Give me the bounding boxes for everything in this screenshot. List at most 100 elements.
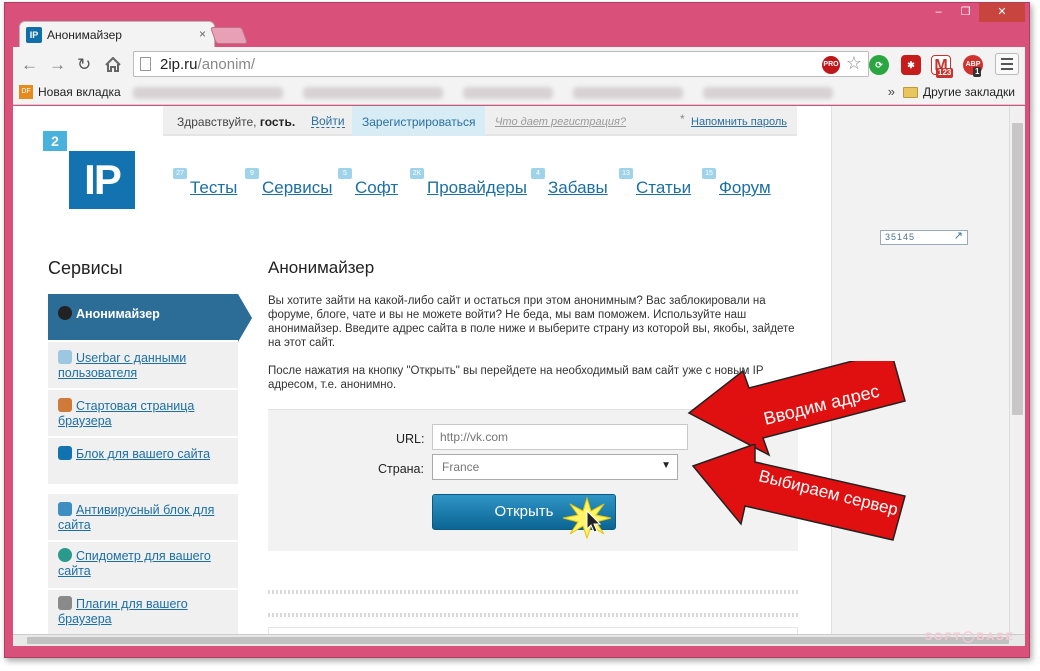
sidebar-item-anonymizer[interactable]: Анонимайзер xyxy=(48,294,252,342)
gmail-count-badge: 123 xyxy=(936,68,954,78)
browser-toolbar: ← → ↻ 2ip.ru/anonim/ PRO ☆ ⟳ ✱ M 123 ABP… xyxy=(13,47,1025,81)
country-label: Страна: xyxy=(378,462,424,476)
userbar-icon xyxy=(58,350,72,364)
country-value: France xyxy=(442,460,480,474)
window-controls: ‒ ❐ ✕ xyxy=(925,3,1025,23)
home-icon[interactable] xyxy=(105,57,121,72)
sidebar-item-label: Стартовая страница браузера xyxy=(58,399,195,428)
wrench-icon xyxy=(58,596,72,610)
nav-label: Софт xyxy=(355,178,399,197)
logo[interactable]: IP xyxy=(69,151,135,209)
ip-block-icon xyxy=(58,446,72,460)
browser-tab[interactable]: IP Анонимайзер × xyxy=(19,21,215,47)
bookmarks-overflow-button[interactable]: » xyxy=(888,84,895,99)
vertical-scrollbar[interactable] xyxy=(1009,106,1025,634)
url-label: URL: xyxy=(396,432,425,446)
blurred-bookmark[interactable] xyxy=(303,87,443,99)
page-title: Анонимайзер xyxy=(268,258,375,277)
scroll-thumb[interactable] xyxy=(1012,123,1023,415)
chrome-menu-icon[interactable] xyxy=(995,53,1019,75)
sidebar-item-plugin[interactable]: Плагин для вашего браузера xyxy=(48,590,238,638)
bookmark-favicon: DF xyxy=(19,85,33,99)
visit-counter[interactable]: 35145 ↗ xyxy=(880,230,968,245)
restore-button[interactable]: ❐ xyxy=(952,3,979,22)
nav-label: Тесты xyxy=(190,178,238,197)
annotation-arrow-server: Выбираем сервер xyxy=(691,444,906,541)
adblock-count-badge: 1 xyxy=(973,67,982,77)
dotted-divider xyxy=(268,590,798,594)
sidebar-item-label: Userbar с данными пользователя xyxy=(58,351,187,380)
page-icon xyxy=(140,57,151,71)
address-url: 2ip.ru/anonim/ xyxy=(160,56,256,73)
bookmark-new-tab[interactable]: DF Новая вкладка xyxy=(19,85,121,99)
url-input[interactable] xyxy=(432,424,688,450)
arrow-up-right-icon: ↗ xyxy=(953,230,964,242)
login-bar: Здравствуйте, гость. Войти Зарегистриров… xyxy=(163,106,797,136)
minimize-button[interactable]: ‒ xyxy=(925,3,952,22)
blurred-bookmark[interactable] xyxy=(573,87,683,99)
horizontal-scrollbar[interactable] xyxy=(13,634,1025,646)
folder-icon xyxy=(903,86,919,98)
mouse-cursor-icon xyxy=(586,510,602,533)
login-link[interactable]: Войти xyxy=(311,115,345,128)
blurred-bookmark[interactable] xyxy=(463,87,553,99)
sidebar-item-userbar[interactable]: Userbar с данными пользователя xyxy=(48,342,238,390)
refresh-ext-icon[interactable]: ⟳ xyxy=(869,55,889,75)
tab-close-icon[interactable]: × xyxy=(199,27,206,41)
adblock-icon[interactable]: ABP 1 xyxy=(963,55,983,77)
blurred-bookmark[interactable] xyxy=(703,87,833,99)
remind-password-link[interactable]: Напомнить пароль xyxy=(680,112,787,128)
nav-label: Статьи xyxy=(636,178,692,197)
greeting-text: Здравствуйте, гость. xyxy=(177,115,296,129)
blurred-bookmark[interactable] xyxy=(133,87,283,99)
forward-arrow-icon[interactable]: → xyxy=(49,55,66,75)
sidebar-item-siteblock[interactable]: Блок для вашего сайта xyxy=(48,438,238,486)
nav-label: Забавы xyxy=(548,178,608,197)
intro-paragraph: Вы хотите зайти на какой-либо сайт и ост… xyxy=(268,295,795,349)
country-select[interactable]: France ▼ xyxy=(432,454,678,480)
sidebar-item-antivirus[interactable]: Антивирусный блок для сайта xyxy=(48,494,238,542)
speedometer-icon xyxy=(58,548,72,562)
logo-small[interactable]: 2 xyxy=(43,131,67,151)
why-register-link[interactable]: Что дает регистрация? xyxy=(495,116,626,128)
tab-title: Анонимайзер xyxy=(47,27,122,42)
other-bookmarks[interactable]: Другие закладки xyxy=(903,85,1015,99)
watermark: SOFT◯BASE xyxy=(924,631,1015,643)
dropdown-caret-icon: ▼ xyxy=(661,460,671,471)
shield-icon xyxy=(58,502,72,516)
sidebar-item-label: Спидометр для вашего сайта xyxy=(58,549,211,578)
sidebar-item-label: Плагин для вашего браузера xyxy=(58,597,188,626)
scroll-thumb[interactable] xyxy=(27,637,1009,644)
nav-badge: 13 xyxy=(619,168,633,179)
new-tab-button[interactable] xyxy=(209,27,249,44)
page-viewport: Здравствуйте, гость. Войти Зарегистриров… xyxy=(13,106,1025,646)
back-arrow-icon[interactable]: ← xyxy=(21,55,38,75)
sidebar-spacer xyxy=(48,486,238,494)
sidebar-item-label: Блок для вашего сайта xyxy=(76,447,211,461)
reload-icon[interactable]: ↻ xyxy=(77,55,91,75)
ninja-icon xyxy=(58,306,72,320)
sidebar-title: Сервисы xyxy=(48,258,123,278)
address-bar[interactable]: 2ip.ru/anonim/ PRO ☆ xyxy=(133,51,869,77)
sidebar-item-label: Антивирусный блок для сайта xyxy=(58,503,215,532)
close-window-button[interactable]: ✕ xyxy=(979,3,1025,22)
lastpass-icon[interactable]: ✱ xyxy=(901,55,921,75)
sidebar-item-speedometer[interactable]: Спидометр для вашего сайта xyxy=(48,542,238,590)
sidebar-item-startpage[interactable]: Стартовая страница браузера xyxy=(48,390,238,438)
gmail-icon[interactable]: M 123 xyxy=(931,55,954,78)
nav-badge: 5 xyxy=(338,168,352,179)
pro-badge-icon[interactable]: PRO xyxy=(822,56,840,74)
other-bookmarks-label: Другие закладки xyxy=(923,85,1015,99)
sidebar-item-label: Анонимайзер xyxy=(76,307,160,321)
nav-badge: 27 xyxy=(173,168,187,179)
nav-badge: 2K xyxy=(410,168,424,179)
nav-label: Провайдеры xyxy=(427,178,527,197)
nav-badge: 9 xyxy=(245,168,259,179)
register-link[interactable]: Зарегистрироваться xyxy=(352,106,486,136)
nav-label: Сервисы xyxy=(262,178,333,197)
home-icon xyxy=(58,398,72,412)
sidebar: Анонимайзер Userbar с данными пользовате… xyxy=(48,294,252,638)
nav-badge: 15 xyxy=(702,168,716,179)
bookmark-star-icon[interactable]: ☆ xyxy=(846,53,862,74)
dotted-divider xyxy=(268,613,798,617)
